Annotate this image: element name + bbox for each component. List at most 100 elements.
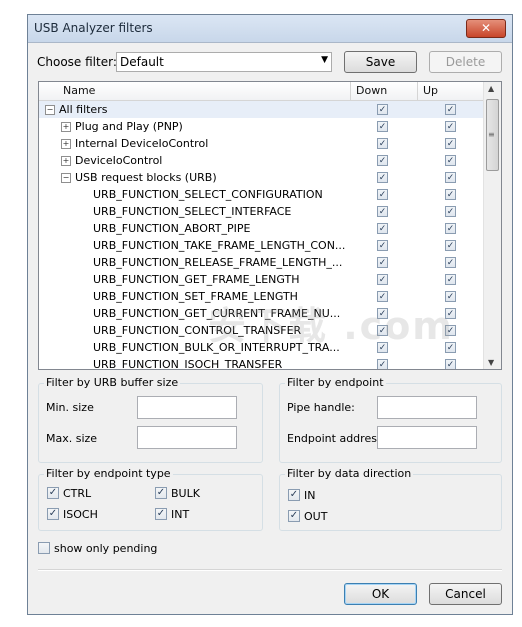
filter-select[interactable]: Default ▼: [116, 52, 332, 72]
expand-icon[interactable]: +: [61, 156, 71, 166]
cancel-button[interactable]: Cancel: [429, 583, 502, 605]
tree-row-label: URB_FUNCTION_GET_FRAME_LENGTH: [93, 273, 300, 286]
arrow-down-icon[interactable]: ▼: [488, 358, 494, 367]
tree-row-label: All filters: [59, 103, 108, 116]
down-checkbox[interactable]: ✓: [377, 104, 388, 115]
down-checkbox[interactable]: ✓: [377, 138, 388, 149]
collapse-icon[interactable]: −: [45, 105, 55, 115]
up-checkbox[interactable]: ✓: [445, 257, 456, 268]
endpoint-group: Filter by endpoint: [279, 376, 502, 463]
up-checkbox[interactable]: ✓: [445, 121, 456, 132]
endpoint-type-group: Filter by endpoint type: [38, 467, 263, 531]
column-header-down[interactable]: Down: [356, 84, 387, 97]
max-size-field[interactable]: [137, 426, 237, 449]
show-pending-label: show only pending: [54, 542, 158, 555]
down-checkbox[interactable]: ✓: [377, 240, 388, 251]
tree-row[interactable]: − USB request blocks (URB) ✓ ✓: [39, 169, 485, 186]
down-checkbox[interactable]: ✓: [377, 121, 388, 132]
dialog-title: USB Analyzer filters: [34, 21, 153, 35]
show-pending-checkbox[interactable]: [38, 542, 50, 554]
tree-row-label: DeviceIoControl: [75, 154, 163, 167]
up-checkbox[interactable]: ✓: [445, 189, 456, 200]
expand-icon[interactable]: +: [61, 139, 71, 149]
int-checkbox[interactable]: ✓: [155, 508, 167, 520]
endpoint-address-label: Endpoint address:: [287, 432, 387, 445]
tree-row[interactable]: − All filters ✓ ✓: [39, 101, 485, 118]
endpoint-address-field[interactable]: [377, 426, 477, 449]
tree-row-label: URB_FUNCTION_SELECT_CONFIGURATION: [93, 188, 323, 201]
int-label: INT: [171, 508, 190, 521]
tree-row-label: URB_FUNCTION_ABORT_PIPE: [93, 222, 251, 235]
tree-row[interactable]: URB_FUNCTION_GET_FRAME_LENGTH ✓ ✓: [39, 271, 485, 288]
down-checkbox[interactable]: ✓: [377, 189, 388, 200]
min-size-label: Min. size: [46, 401, 94, 414]
up-checkbox[interactable]: ✓: [445, 206, 456, 217]
tree-row[interactable]: URB_FUNCTION_SELECT_CONFIGURATION ✓ ✓: [39, 186, 485, 203]
endpoint-legend: Filter by endpoint: [285, 376, 386, 389]
title-bar: USB Analyzer filters ✕: [28, 15, 512, 43]
ctrl-label: CTRL: [63, 487, 92, 500]
tree-scrollbar[interactable]: ▲ ≡ ▼: [483, 82, 501, 369]
up-checkbox[interactable]: ✓: [445, 172, 456, 183]
bulk-label: BULK: [171, 487, 200, 500]
tree-row-label: URB_FUNCTION_RELEASE_FRAME_LENGTH_...: [93, 256, 343, 269]
in-checkbox[interactable]: ✓: [288, 489, 300, 501]
endpoint-type-legend: Filter by endpoint type: [44, 467, 173, 480]
collapse-icon[interactable]: −: [61, 173, 71, 183]
down-checkbox[interactable]: ✓: [377, 155, 388, 166]
ok-button[interactable]: OK: [344, 583, 417, 605]
tree-row[interactable]: + Internal DeviceIoControl ✓ ✓: [39, 135, 485, 152]
expand-icon[interactable]: +: [61, 122, 71, 132]
ctrl-checkbox[interactable]: ✓: [47, 487, 59, 499]
tree-row[interactable]: URB_FUNCTION_ISOCH_TRANSFER ✓ ✓: [39, 356, 485, 370]
tree-row-label: URB_FUNCTION_ISOCH_TRANSFER: [93, 358, 283, 370]
max-size-label: Max. size: [46, 432, 98, 445]
tree-row[interactable]: URB_FUNCTION_ABORT_PIPE ✓ ✓: [39, 220, 485, 237]
tree-row-label: Plug and Play (PNP): [75, 120, 183, 133]
bulk-checkbox[interactable]: ✓: [155, 487, 167, 499]
up-checkbox[interactable]: ✓: [445, 359, 456, 369]
up-checkbox[interactable]: ✓: [445, 155, 456, 166]
isoch-checkbox[interactable]: ✓: [47, 508, 59, 520]
isoch-label: ISOCH: [63, 508, 98, 521]
up-checkbox[interactable]: ✓: [445, 138, 456, 149]
out-label: OUT: [304, 510, 328, 523]
urb-size-legend: Filter by URB buffer size: [44, 376, 181, 389]
in-label: IN: [304, 489, 316, 502]
up-checkbox[interactable]: ✓: [445, 240, 456, 251]
watermark: 安下载 .com: [208, 304, 454, 348]
tree-row-label: URB_FUNCTION_TAKE_FRAME_LENGTH_CON...: [93, 239, 346, 252]
close-icon[interactable]: ✕: [466, 19, 506, 38]
down-checkbox[interactable]: ✓: [377, 206, 388, 217]
tree-row-label: URB_FUNCTION_SELECT_INTERFACE: [93, 205, 292, 218]
down-checkbox[interactable]: ✓: [377, 223, 388, 234]
tree-row[interactable]: + Plug and Play (PNP) ✓ ✓: [39, 118, 485, 135]
column-header-name[interactable]: Name: [63, 84, 95, 97]
column-header-up[interactable]: Up: [423, 84, 438, 97]
tree-row[interactable]: URB_FUNCTION_SELECT_INTERFACE ✓ ✓: [39, 203, 485, 220]
tree-row-label: Internal DeviceIoControl: [75, 137, 209, 150]
direction-legend: Filter by data direction: [285, 467, 414, 480]
tree-header: Name Down Up: [39, 82, 485, 101]
down-checkbox[interactable]: ✓: [377, 274, 388, 285]
pipe-handle-field[interactable]: [377, 396, 477, 419]
grip-icon: ≡: [488, 130, 495, 139]
up-checkbox[interactable]: ✓: [445, 104, 456, 115]
tree-row[interactable]: URB_FUNCTION_RELEASE_FRAME_LENGTH_... ✓ ✓: [39, 254, 485, 271]
filter-select-value: Default: [120, 55, 164, 69]
filters-dialog: USB Analyzer filters ✕ Choose filter: De…: [27, 14, 513, 615]
out-checkbox[interactable]: ✓: [288, 510, 300, 522]
tree-row[interactable]: + DeviceIoControl ✓ ✓: [39, 152, 485, 169]
chevron-down-icon: ▼: [321, 55, 328, 65]
arrow-up-icon[interactable]: ▲: [488, 84, 494, 93]
delete-button[interactable]: Delete: [429, 51, 502, 73]
up-checkbox[interactable]: ✓: [445, 274, 456, 285]
up-checkbox[interactable]: ✓: [445, 223, 456, 234]
down-checkbox[interactable]: ✓: [377, 359, 388, 369]
min-size-field[interactable]: [137, 396, 237, 419]
save-button[interactable]: Save: [344, 51, 417, 73]
footer-divider: [38, 569, 502, 571]
down-checkbox[interactable]: ✓: [377, 257, 388, 268]
down-checkbox[interactable]: ✓: [377, 172, 388, 183]
tree-row[interactable]: URB_FUNCTION_TAKE_FRAME_LENGTH_CON... ✓ ✓: [39, 237, 485, 254]
